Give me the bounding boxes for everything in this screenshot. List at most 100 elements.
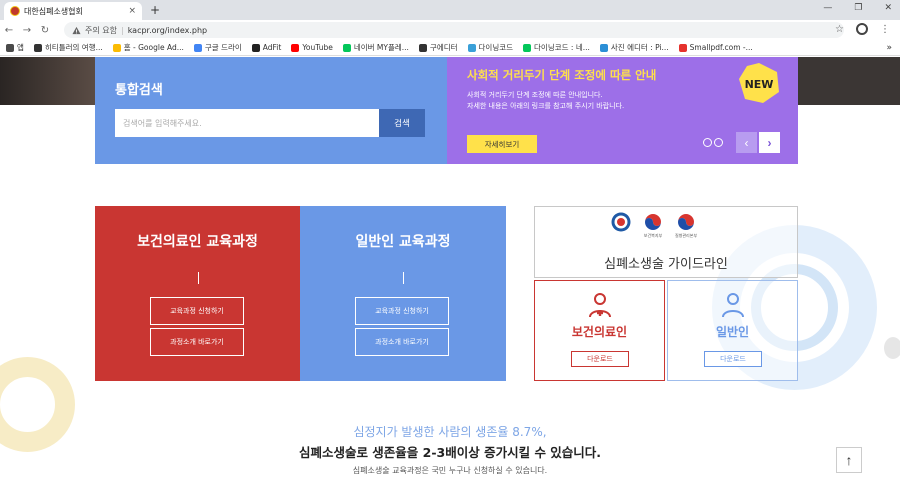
browser-tab-bar: 대한심폐소생협회 × + — ❐ ✕ (0, 0, 900, 20)
web-page: 통합검색 검색 사회적 거리두기 단계 조정에 따른 안내 사회적 거리두기 단… (0, 57, 900, 482)
close-window-icon[interactable]: ✕ (884, 3, 892, 13)
site-icon (418, 43, 427, 52)
notice-text: 자세한 내용은 아래의 링크를 참고해 주시기 바랍니다. (467, 102, 625, 110)
bookmark-item[interactable]: 네이버 MY플레... (342, 42, 409, 53)
adfit-icon (251, 43, 260, 52)
ministry-name: 보건복지부 (643, 233, 663, 238)
bookmark-label: YouTube (302, 43, 333, 52)
download-button[interactable]: 다운로드 (571, 351, 629, 367)
bookmark-item[interactable]: YouTube (291, 43, 333, 52)
taegeuk-icon (678, 214, 695, 230)
taegeuk-icon (645, 214, 661, 230)
bookmarks-more-icon[interactable]: » (886, 43, 892, 53)
search-input[interactable] (115, 109, 379, 137)
divider (403, 272, 404, 284)
bookmark-item[interactable]: 사진 에디터 : Pi... (599, 42, 669, 53)
hero-image (0, 57, 95, 105)
guideline-card-label: 일반인 (715, 325, 750, 339)
bookmark-item[interactable]: 히티틀러의 여행... (33, 42, 103, 53)
notice-banner: 사회적 거리두기 단계 조정에 따른 안내 사회적 거리두기 단계 조정에 따른… (447, 57, 798, 164)
search-panel: 통합검색 검색 (95, 57, 447, 164)
diningcode-icon (467, 43, 476, 52)
pixlr-icon (599, 43, 608, 52)
guideline-title: 심폐소생술 가이드라인 (604, 257, 728, 272)
menu-icon[interactable]: ⋮ (880, 24, 890, 35)
guideline-card-label: 보건의료인 (571, 325, 628, 339)
course-title: 일반인 교육과정 (355, 234, 451, 250)
course-apply-button[interactable]: 교육과정 신청하기 (150, 297, 244, 325)
notice-title: 사회적 거리두기 단계 조정에 따른 안내 (467, 68, 657, 82)
bookmarks-bar: 앱 히티틀러의 여행... 홈 - Google Ad... 구글 드라이 AdFit Y… (0, 40, 900, 56)
kacpr-emblem-icon (611, 212, 631, 232)
search-title: 통합검색 (115, 83, 163, 98)
divider (197, 272, 199, 284)
bookmark-item[interactable]: 구에디터 (418, 42, 458, 53)
forward-icon[interactable]: → (18, 25, 36, 36)
medical-person-icon (589, 293, 611, 318)
bookmark-label: 앱 (17, 43, 24, 52)
kcdc-name: 질병관리본부 (675, 233, 698, 238)
bookmark-label: 구글 드라이 (204, 43, 242, 52)
bookmark-label: 다이닝코드 : 네... (534, 43, 590, 52)
back-icon[interactable]: ← (0, 25, 18, 36)
new-tab-button[interactable]: + (150, 3, 160, 17)
bookmark-item[interactable]: Smallpdf.com -... (678, 43, 753, 52)
guideline-card-professional: 보건의료인 다운로드 (534, 280, 665, 381)
bookmark-label: 히티틀러의 여행... (44, 43, 103, 52)
person-icon (722, 293, 744, 318)
new-badge: NEW (739, 63, 779, 103)
google-ads-icon (112, 43, 121, 52)
course-card-general: 일반인 교육과정 교육과정 신청하기 과정소개 바로가기 (300, 206, 506, 381)
bookmark-label: 홈 - Google Ad... (123, 43, 184, 52)
google-icon (193, 43, 202, 52)
url-bar[interactable]: 주의 요함 | kacpr.org/index.php (64, 22, 844, 38)
bookmark-item[interactable]: 다이닝코드 : 네... (523, 42, 590, 53)
bookmark-label: 구에디터 (429, 43, 458, 52)
bookmark-item[interactable]: 홈 - Google Ad... (112, 42, 184, 53)
bookmark-label: 다이닝코드 (478, 43, 514, 52)
course-intro-button[interactable]: 과정소개 바로가기 (150, 328, 244, 356)
browser-tab[interactable]: 대한심폐소생협회 × (4, 2, 142, 20)
scroll-top-button[interactable]: ↑ (836, 447, 862, 473)
bookmark-item[interactable]: 구글 드라이 (193, 42, 242, 53)
slider-prev-button[interactable]: ‹ (736, 132, 757, 153)
side-scroll-handle[interactable] (884, 337, 900, 359)
course-apply-button[interactable]: 교육과정 신청하기 (355, 297, 449, 325)
bookmark-item[interactable]: AdFit (251, 43, 282, 52)
profile-icon[interactable] (856, 23, 868, 35)
bookmark-item[interactable]: 다이닝코드 (467, 42, 514, 53)
cpr-subtext: 심폐소생술 교육과정은 국민 누구나 신청하실 수 있습니다. (352, 466, 548, 475)
bookmark-item[interactable]: 앱 (6, 42, 24, 53)
url-text: kacpr.org/index.php (127, 25, 208, 35)
tab-close-icon[interactable]: × (128, 6, 136, 16)
site-favicon-icon (10, 6, 20, 16)
kacpr-logo (611, 212, 631, 233)
slider-next-button[interactable]: › (759, 132, 780, 153)
bookmark-label: AdFit (262, 43, 282, 52)
notice-text: 사회적 거리두기 단계 조정에 따른 안내입니다. (467, 91, 603, 99)
address-toolbar: ← → ↻ 주의 요함 | kacpr.org/index.php ☆ ⋮ (0, 20, 900, 40)
minimize-icon[interactable]: — (823, 3, 832, 13)
guideline-header: 보건복지부 질병관리본부 심폐소생술 가이드라인 (534, 206, 798, 278)
partner-logos: 보건복지부 질병관리본부 (611, 212, 697, 239)
slider-pager (703, 138, 723, 147)
slider-dot[interactable] (714, 138, 723, 147)
smallpdf-icon (678, 43, 687, 52)
download-button[interactable]: 다운로드 (704, 351, 762, 367)
bookmark-star-icon[interactable]: ☆ (835, 24, 844, 35)
slider-dot[interactable] (703, 138, 712, 147)
survival-stat: 심정지가 발생한 사람의 생존율 8.7%, (353, 425, 547, 439)
naver-icon (342, 43, 351, 52)
reload-icon[interactable]: ↻ (36, 25, 54, 36)
bookmark-label: 네이버 MY플레... (353, 43, 409, 52)
bookmark-label: 사진 에디터 : Pi... (610, 43, 669, 52)
course-title: 보건의료인 교육과정 (137, 234, 258, 250)
notice-more-button[interactable]: 자세히보기 (467, 135, 537, 153)
search-button[interactable]: 검색 (379, 109, 425, 137)
maximize-icon[interactable]: ❐ (854, 3, 862, 13)
guideline-card-general: 일반인 다운로드 (667, 280, 798, 381)
security-label: 주의 요함 (85, 25, 117, 35)
ministry-logo: 보건복지부 (643, 212, 663, 239)
course-intro-button[interactable]: 과정소개 바로가기 (355, 328, 449, 356)
window-controls: — ❐ ✕ (823, 3, 892, 13)
